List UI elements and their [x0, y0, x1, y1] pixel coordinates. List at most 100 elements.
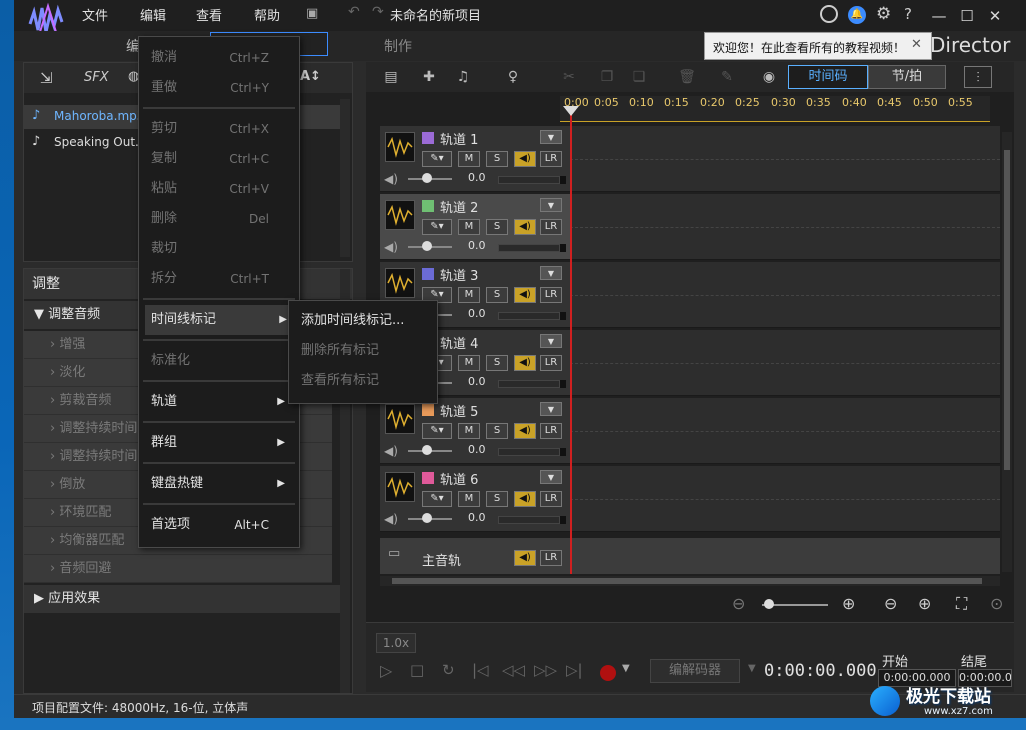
draw-icon[interactable]: ✎: [716, 66, 738, 88]
account-icon[interactable]: [820, 5, 838, 23]
track-dropdown-icon[interactable]: ▼: [540, 470, 562, 484]
menu-edit[interactable]: 编辑: [140, 5, 166, 24]
mute-button[interactable]: M: [458, 491, 480, 507]
settings-gear-icon[interactable]: ⚙: [876, 4, 891, 24]
notification-icon[interactable]: 🔔: [848, 6, 866, 24]
add-track-icon[interactable]: ✚: [418, 66, 440, 88]
minimize-button[interactable]: —: [926, 5, 952, 27]
solo-button[interactable]: S: [486, 491, 508, 507]
delete-icon[interactable]: 🗑: [676, 66, 698, 88]
speaker-icon[interactable]: ◀): [514, 219, 536, 235]
timeline-hscroll[interactable]: [380, 576, 1000, 586]
mute-button[interactable]: M: [458, 287, 480, 303]
cut-icon[interactable]: ✂: [558, 66, 580, 88]
track-lane[interactable]: [570, 398, 1000, 464]
track-lane[interactable]: [570, 194, 1000, 260]
save-icon[interactable]: ▣: [306, 6, 318, 21]
play-icon[interactable]: ▷: [380, 661, 392, 680]
track-header[interactable]: 轨道 2 ▼ ✎▾ M S ◀) LR ◀) 0.0: [380, 194, 570, 260]
submenu-add-marker[interactable]: 添加时间线标记...: [289, 306, 437, 336]
menu-item-hotkeys[interactable]: 键盘热键 ▶: [139, 469, 299, 499]
master-track[interactable]: ▭ 主音轨 ◀) LR: [380, 538, 1000, 574]
track-settings-icon[interactable]: ▤: [380, 66, 402, 88]
menu-item-split[interactable]: 拆分 Ctrl+T: [139, 264, 299, 294]
menu-item-cut[interactable]: 剪切 Ctrl+X: [139, 114, 299, 144]
menu-item-preferences[interactable]: 首选项 Alt+C: [139, 510, 299, 540]
zoom-in-icon[interactable]: ⊕: [842, 594, 855, 613]
track-name[interactable]: 轨道 4: [440, 333, 478, 352]
mute-button[interactable]: M: [458, 355, 480, 371]
lr-button[interactable]: LR: [540, 355, 562, 371]
solo-button[interactable]: S: [486, 423, 508, 439]
speaker-icon[interactable]: ◀): [514, 423, 536, 439]
zoom-vertical-out-icon[interactable]: ⊖: [884, 594, 897, 613]
master-lr-button[interactable]: LR: [540, 550, 562, 566]
playhead[interactable]: [570, 108, 572, 574]
sort-icon[interactable]: A↕: [300, 69, 321, 84]
submenu-delete-markers[interactable]: 删除所有标记: [289, 336, 437, 366]
track-name[interactable]: 轨道 2: [440, 197, 478, 216]
playhead-handle-icon[interactable]: [563, 106, 579, 116]
volume-knob[interactable]: [422, 513, 432, 523]
menu-item-copy[interactable]: 复制 Ctrl+C: [139, 144, 299, 174]
track-dropdown-icon[interactable]: ▼: [540, 266, 562, 280]
track-dropdown-icon[interactable]: ▼: [540, 402, 562, 416]
track-header[interactable]: 轨道 6 ▼ ✎▾ M S ◀) LR ◀) 0.0: [380, 466, 570, 532]
menu-item-undo[interactable]: 撤消 Ctrl+Z: [139, 43, 299, 73]
media-scrollbar[interactable]: [340, 99, 350, 257]
record-dropdown-icon[interactable]: ▼: [622, 663, 630, 674]
mute-button[interactable]: M: [458, 219, 480, 235]
menu-help[interactable]: 帮助: [254, 5, 280, 24]
redo-icon[interactable]: ↷: [372, 4, 384, 20]
menu-item-crop[interactable]: 裁切: [139, 234, 299, 264]
speaker-icon[interactable]: ◀): [514, 151, 536, 167]
lr-button[interactable]: LR: [540, 151, 562, 167]
zoom-knob[interactable]: [764, 599, 774, 609]
lr-button[interactable]: LR: [540, 423, 562, 439]
copy-icon[interactable]: ❐: [596, 66, 618, 88]
music-icon[interactable]: ♫: [452, 66, 474, 88]
track-lane[interactable]: [570, 330, 1000, 396]
solo-button[interactable]: S: [486, 355, 508, 371]
menu-item-normalize[interactable]: 标准化: [139, 346, 299, 376]
close-button[interactable]: ✕: [982, 5, 1008, 27]
record-icon[interactable]: [600, 665, 616, 681]
track-lane[interactable]: [570, 466, 1000, 532]
track-name[interactable]: 轨道 6: [440, 469, 478, 488]
menu-item-group[interactable]: 群组 ▶: [139, 428, 299, 458]
timeline-vscroll[interactable]: [1002, 132, 1012, 572]
solo-button[interactable]: S: [486, 151, 508, 167]
speaker-icon[interactable]: ◀): [514, 287, 536, 303]
track-dropdown-icon[interactable]: ▼: [540, 334, 562, 348]
menu-file[interactable]: 文件: [82, 5, 108, 24]
pen-icon[interactable]: ✎▾: [422, 491, 452, 507]
snap-icon[interactable]: ◉: [758, 66, 780, 88]
speed-label[interactable]: 1.0x: [376, 633, 416, 653]
time-ruler[interactable]: 0:00 0:05 0:10 0:15 0:20 0:25 0:30 0:35 …: [560, 96, 990, 122]
track-header[interactable]: 轨道 1 ▼ ✎▾ M S ◀) LR ◀) 0.0: [380, 126, 570, 192]
speaker-icon[interactable]: ◀): [514, 491, 536, 507]
go-start-icon[interactable]: |◁: [472, 661, 489, 679]
track-lane[interactable]: [570, 262, 1000, 328]
solo-button[interactable]: S: [486, 287, 508, 303]
volume-knob[interactable]: [422, 241, 432, 251]
pen-icon[interactable]: ✎▾: [422, 151, 452, 167]
mute-button[interactable]: M: [458, 151, 480, 167]
timecode-mode-button[interactable]: 时间码: [788, 65, 868, 89]
codec-dropdown-icon[interactable]: ▼: [748, 663, 756, 674]
rewind-icon[interactable]: ◁◁: [502, 661, 525, 679]
paste-icon[interactable]: ❏: [628, 66, 650, 88]
menu-item-timeline-markers[interactable]: 时间线标记 ▶: [145, 305, 295, 335]
track-dropdown-icon[interactable]: ▼: [540, 130, 562, 144]
tab-make[interactable]: 制作: [384, 36, 412, 56]
track-name[interactable]: 轨道 3: [440, 265, 478, 284]
import-icon[interactable]: ⇲: [40, 69, 53, 87]
lr-button[interactable]: LR: [540, 287, 562, 303]
track-header[interactable]: 轨道 5 ▼ ✎▾ M S ◀) LR ◀) 0.0: [380, 398, 570, 464]
zoom-out-icon[interactable]: ⊖: [732, 594, 745, 613]
menu-item-redo[interactable]: 重做 Ctrl+Y: [139, 73, 299, 103]
beat-mode-button[interactable]: 节/拍: [868, 65, 946, 89]
sfx-button[interactable]: SFX: [84, 70, 109, 85]
submenu-view-markers[interactable]: 查看所有标记: [289, 366, 437, 396]
fit-view-icon[interactable]: ⛶: [956, 594, 967, 614]
